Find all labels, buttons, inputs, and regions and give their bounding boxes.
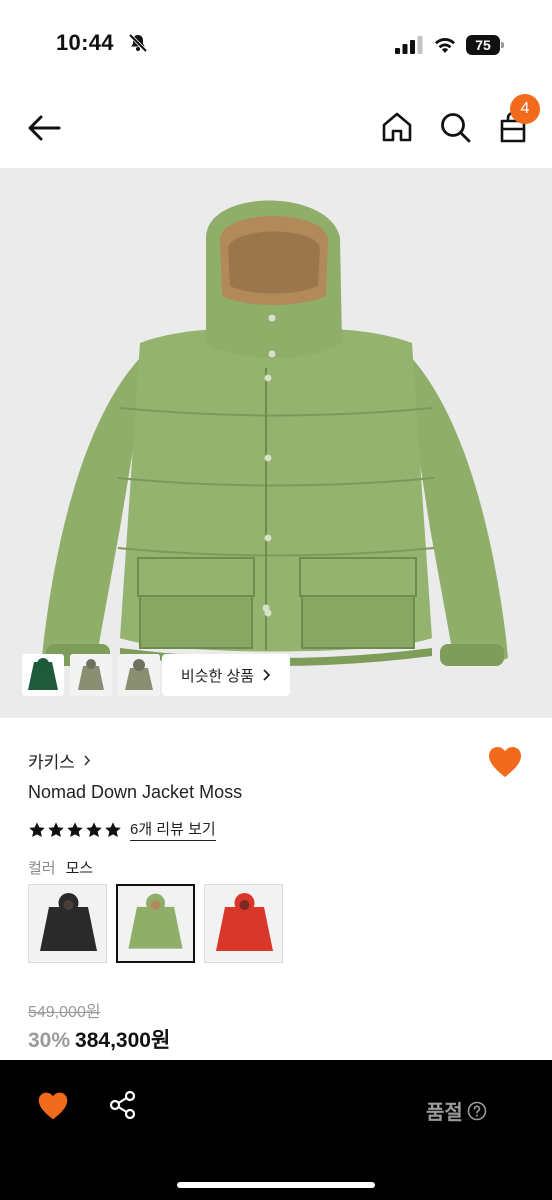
thumbnail-model-side[interactable] (118, 654, 160, 696)
chevron-right-icon (84, 755, 90, 766)
color-label: 컬러 (28, 860, 56, 877)
product-image-gallery[interactable]: 비슷한 상품 (0, 168, 552, 718)
arrow-left-icon (28, 115, 61, 141)
rating-row: 6개 리뷰 보기 (28, 818, 216, 841)
status-bar: 10:44 75 (0, 0, 552, 88)
star-icon (29, 821, 45, 837)
share-button[interactable] (108, 1090, 138, 1120)
star-icon (105, 821, 121, 837)
wifi-icon (435, 37, 455, 53)
search-icon (441, 113, 471, 143)
sold-out-status: 품절 (426, 1096, 487, 1125)
share-icon (109, 1090, 136, 1120)
signal-icon (395, 36, 423, 54)
original-price: 549,000원 (28, 1004, 101, 1021)
help-icon[interactable] (467, 1101, 487, 1121)
discount-rate: 30% (28, 1029, 71, 1052)
jacket-thumb-model-alt (118, 654, 160, 696)
bottom-wishlist-button[interactable] (36, 1090, 70, 1122)
thumbnail-model-front[interactable] (70, 654, 112, 696)
wishlist-button[interactable] (486, 744, 524, 780)
brand-name: 카키스 (28, 753, 75, 772)
color-swatch-red[interactable] (204, 884, 283, 963)
home-indicator (177, 1182, 375, 1188)
color-swatches (28, 884, 283, 963)
battery-tip (501, 42, 504, 48)
home-icon (382, 112, 412, 142)
battery-level: 75 (466, 35, 500, 55)
heart-icon (489, 747, 521, 777)
jacket-thumb-model (70, 654, 112, 696)
product-name: Nomad Down Jacket Moss (28, 782, 243, 802)
app-header (0, 88, 552, 168)
search-button[interactable] (436, 108, 474, 146)
jacket-thumb-green (28, 658, 58, 690)
thumbnail-green[interactable] (22, 654, 64, 696)
jacket-swatch-red (205, 885, 282, 962)
bottom-action-bar: 품절 (0, 1060, 552, 1200)
brand-link[interactable]: 카키스 (28, 748, 91, 773)
similar-products-label: 비슷한 상품 (180, 667, 255, 685)
jacket-swatch-moss (118, 886, 193, 961)
review-link[interactable]: 6개 리뷰 보기 (130, 818, 216, 841)
color-row: 컬러 모스 (28, 857, 93, 878)
heart-icon (38, 1092, 68, 1120)
similar-products-button[interactable]: 비슷한 상품 (162, 654, 290, 696)
price-row: 30% 384,300원 (28, 1024, 170, 1054)
star-icon (67, 821, 83, 837)
cart-count-badge: 4 (510, 94, 540, 124)
star-icon (86, 821, 102, 837)
rating-stars (28, 821, 122, 839)
color-value: 모스 (65, 860, 94, 877)
color-swatch-black[interactable] (28, 884, 107, 963)
color-swatch-moss[interactable] (116, 884, 195, 963)
jacket-product-image (42, 200, 508, 666)
battery-indicator: 75 (466, 35, 506, 55)
chevron-right-icon (263, 669, 271, 681)
jacket-swatch-black (29, 885, 106, 962)
status-time: 10:44 (56, 30, 114, 55)
home-button[interactable] (378, 108, 416, 146)
bell-muted-icon (128, 33, 148, 53)
sale-price: 384,300원 (75, 1029, 171, 1052)
thumbnail-strip (22, 654, 160, 696)
sold-out-label: 품절 (426, 1102, 463, 1124)
star-icon (48, 821, 64, 837)
back-button[interactable] (24, 110, 64, 146)
